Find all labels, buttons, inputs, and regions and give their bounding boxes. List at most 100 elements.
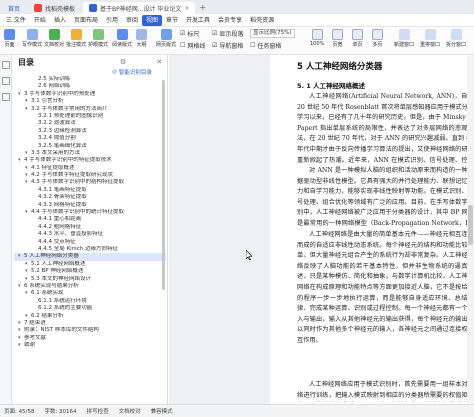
chapter-heading: 5 人工神经网络分类器 bbox=[297, 62, 383, 72]
toc-item[interactable]: 3.2.1 预处理前的图像识别 bbox=[14, 113, 166, 120]
checkbox-icon: ☑ bbox=[212, 30, 218, 37]
tab-home[interactable]: 首页 bbox=[2, 2, 26, 14]
toc-item[interactable]: 3.2.3 边缘检测算法 bbox=[14, 128, 166, 135]
tab-document[interactable]: 基于BP神经网...设计 毕业论文 ✕ bbox=[83, 2, 196, 14]
toc-item[interactable]: 4.4.2 粗网格特征 bbox=[14, 224, 166, 231]
toc-item[interactable]: ▾ 6.1 系统实现 bbox=[14, 290, 166, 297]
toc-item[interactable]: ▾ 3.1 引言分析 bbox=[14, 98, 166, 105]
menu-view[interactable]: 视图 bbox=[142, 14, 163, 26]
gridline-checkbox[interactable]: ☐ 网格线 bbox=[180, 41, 205, 50]
toc-item[interactable]: 3.2.4 阈值分割 bbox=[14, 135, 166, 142]
menu-layout[interactable]: 页面布局 bbox=[70, 15, 102, 26]
menu-insert[interactable]: 插入 bbox=[50, 15, 70, 26]
web-layout-button[interactable]: 网页版式 bbox=[156, 29, 176, 48]
toc-item[interactable]: ▾ 7 结束语 bbox=[14, 320, 166, 327]
toc-item[interactable]: ▾ 4 手写体数字识别中的特征提取技术 bbox=[14, 157, 166, 164]
zoom-100-button[interactable]: 100% bbox=[310, 29, 324, 47]
close-icon[interactable]: ✕ bbox=[157, 58, 163, 66]
outline-button[interactable]: 大纲 bbox=[136, 29, 147, 48]
toc-item[interactable]: ▾ 3.2 手写体数字常用的方法简介 bbox=[14, 106, 166, 113]
settings-icon[interactable]: ⚙ bbox=[120, 58, 126, 66]
writing-mode-button[interactable]: 写作模式 bbox=[22, 29, 42, 48]
toc-item[interactable]: 4.3.1 笔画特征提取 bbox=[14, 187, 166, 194]
menu-chapter[interactable]: 章节 bbox=[162, 15, 182, 26]
task-pane-checkbox[interactable]: ☐ 任务窗格 bbox=[250, 41, 281, 50]
scrollbar-thumb[interactable] bbox=[468, 205, 473, 245]
search-icon[interactable] bbox=[2, 93, 10, 101]
toc-icon[interactable] bbox=[2, 61, 10, 69]
tab-template-label: 找稻壳模板 bbox=[45, 5, 76, 13]
toc-item-label: 4.4.1 重心和距离 bbox=[38, 216, 82, 223]
toc-item[interactable]: 6.1.2 系统的主要功能 bbox=[14, 305, 166, 312]
toc-item[interactable]: ▾ 5.2 BP 神经网络概述 bbox=[14, 268, 166, 275]
document-scrollbar[interactable] bbox=[467, 55, 474, 404]
tab-template[interactable]: 找稻壳模板 bbox=[28, 2, 81, 14]
spell-check[interactable]: 拼写检查 bbox=[87, 407, 109, 415]
menu-review[interactable]: 审阅 bbox=[122, 15, 142, 26]
multi-page-button[interactable]: 多页 bbox=[372, 29, 383, 48]
toc-item[interactable]: ▾ 3.3 本文采用的方法 bbox=[14, 150, 166, 157]
toc-item[interactable]: ▾ 4.1 特征提取概述 bbox=[14, 165, 166, 172]
zoom-select[interactable]: 显示比例(75%) bbox=[250, 29, 295, 38]
arrange-window-button[interactable]: 重排窗口 bbox=[420, 29, 440, 48]
menu-member[interactable]: 会员专享 bbox=[214, 15, 246, 26]
toc-item-label: 6 系统实现与结果分析 bbox=[24, 282, 79, 289]
page-view-button[interactable]: 页面 bbox=[4, 29, 15, 48]
toc-item[interactable]: ▾ 致谢 bbox=[14, 342, 166, 349]
toc-item[interactable]: ▾ 参考文献 bbox=[14, 335, 166, 342]
toc-item[interactable]: 4.3.3 网格特征提取 bbox=[14, 202, 166, 209]
single-page-button[interactable]: 单页 bbox=[352, 29, 363, 48]
page-count[interactable]: 页面: 45/58 bbox=[4, 407, 34, 415]
menu-home[interactable]: 开始 bbox=[30, 15, 50, 26]
eye-icon bbox=[92, 29, 104, 40]
proofread-button[interactable]: 文档校对 bbox=[44, 29, 64, 48]
comment-mode-button[interactable]: 批注模式 bbox=[66, 29, 86, 48]
toc-item[interactable]: ▾ 3 手写体数字识别中的预处理 bbox=[14, 91, 166, 98]
eye-care-button[interactable]: 护眼模式 bbox=[88, 29, 108, 48]
nav-pane-checkbox[interactable]: ☑ 导航窗格 bbox=[212, 41, 243, 50]
close-icon[interactable]: ✕ bbox=[184, 5, 189, 12]
toc-item[interactable]: ▾ 6.2 结果分析 bbox=[14, 313, 166, 320]
smart-toc-button[interactable]: ◎ 智能识别目录 bbox=[112, 68, 152, 76]
menu-references[interactable]: 引用 bbox=[102, 15, 122, 26]
ruler-checkbox[interactable]: ☑ 标尺 bbox=[180, 29, 199, 38]
toc-item[interactable]: ▾ 5.3 本文的神经网络设计 bbox=[14, 276, 166, 283]
toc-item-label: 3.1 引言分析 bbox=[31, 98, 64, 105]
toc-item[interactable]: 2.6 网络训练 bbox=[14, 83, 166, 90]
toc-item[interactable]: 4.4.4 交点特征 bbox=[14, 239, 166, 246]
menu-developer[interactable]: 开发工具 bbox=[182, 15, 214, 26]
bookmark-icon[interactable] bbox=[2, 77, 10, 85]
toc-item[interactable]: 4.4.5 全局 Kirsch 边缘方向特征 bbox=[14, 246, 166, 253]
toc-item[interactable]: 6.1.1 系统运行环境 bbox=[14, 298, 166, 305]
page-width-icon bbox=[332, 29, 343, 40]
toc-list: 2.5 实际训练 2.6 网络训练 ▾ 3 手写体数字识别中的预处理 ▾ 3.1 引言分析… bbox=[14, 76, 166, 349]
split-window-button[interactable]: 拆分窗口 bbox=[446, 29, 466, 48]
toc-item[interactable]: 4.3.2 骨架特征提取 bbox=[14, 194, 166, 201]
toc-item-label: 5 人工神经网络分类器 bbox=[24, 253, 79, 260]
toc-item[interactable]: 4.4.3 水平、垂直投影特征 bbox=[14, 231, 166, 238]
page-width-button[interactable]: 页宽 bbox=[332, 29, 343, 48]
toc-item[interactable]: ▾ 4.2 手写体数字特征提取研究现状 bbox=[14, 172, 166, 179]
doc-proofread[interactable]: 文档校对 bbox=[119, 407, 141, 415]
toc-item[interactable]: 2.5 实际训练 bbox=[14, 76, 166, 83]
menu-docer[interactable]: 稻壳资源 bbox=[246, 15, 278, 26]
toc-scrollbar[interactable] bbox=[162, 80, 165, 290]
toc-item[interactable]: 3.2.5 笔画细化算法 bbox=[14, 143, 166, 150]
toc-item[interactable]: ▾ 5.1 人工神经网络概述 bbox=[14, 261, 166, 268]
new-window-button[interactable]: 新建窗口 bbox=[394, 29, 414, 48]
toc-item-label: 6.2 结果分析 bbox=[31, 312, 64, 319]
word-count[interactable]: 字数: 30164 bbox=[44, 407, 76, 415]
toc-item[interactable]: ▾ 4.3 手写体数字识别中的结构特征提取 bbox=[14, 179, 166, 186]
reading-layout-button[interactable]: 阅读版式 bbox=[112, 29, 132, 48]
toc-item[interactable]: ▾ 附录：NIST 样本库的文件结构 bbox=[14, 327, 166, 334]
toc-item[interactable]: 4.4.1 重心和距离 bbox=[14, 216, 166, 223]
paragraph-checkbox[interactable]: ☑ 显示段落 bbox=[212, 29, 243, 38]
toc-item[interactable]: 3.2.2 滤波算法 bbox=[14, 120, 166, 127]
smart-toc-label: 智能识别目录 bbox=[118, 70, 152, 76]
toc-item[interactable]: ▾ 6 系统实现与结果分析 bbox=[14, 283, 166, 290]
toc-item[interactable]: ▾ 4.4 手写体数字识别中的统计特征提取 bbox=[14, 209, 166, 216]
menu-file[interactable]: 三 文件 bbox=[2, 15, 30, 26]
new-tab-icon[interactable]: + bbox=[199, 2, 206, 14]
toc-item[interactable]: ▾ 5 人工神经网络分类器 bbox=[14, 253, 166, 261]
writing-mode-label: 写作模式 bbox=[22, 42, 43, 48]
